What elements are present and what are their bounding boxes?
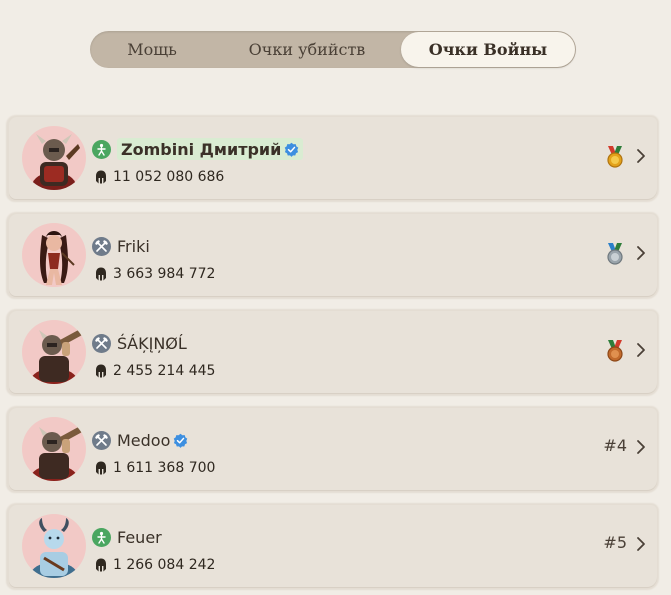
helmet-icon bbox=[96, 170, 106, 184]
leaderboard-row[interactable]: Zombini Дмитрий 11 052 080 686 bbox=[9, 117, 657, 199]
gold-medal-icon bbox=[607, 146, 623, 168]
war-points-row: 11 052 080 686 bbox=[95, 168, 224, 186]
leaderboard-row[interactable]: Friki 3 663 984 772 bbox=[9, 214, 657, 296]
player-name: Medoo bbox=[117, 430, 171, 450]
helmet-icon bbox=[96, 364, 106, 378]
player-name-row: ŚÁĶĮŅØĹ bbox=[117, 332, 187, 354]
leaderboard-row[interactable]: Feuer 1 266 084 242 #5 bbox=[9, 505, 657, 587]
verified-badge-icon bbox=[174, 433, 188, 448]
chevron-right-icon[interactable] bbox=[636, 148, 646, 164]
avatar bbox=[22, 223, 86, 287]
player-name: Zombini Дмитрий bbox=[121, 139, 282, 159]
archer-class-icon bbox=[92, 140, 111, 159]
war-points-row: 1 266 084 242 bbox=[95, 556, 215, 574]
bronze-medal-icon bbox=[607, 340, 623, 362]
war-points-row: 1 611 368 700 bbox=[95, 459, 215, 477]
rank-label: #5 bbox=[603, 533, 627, 552]
avatar bbox=[22, 514, 86, 578]
tab-power[interactable]: Мощь bbox=[90, 31, 214, 68]
warrior-class-icon bbox=[92, 431, 111, 450]
verified-badge-icon bbox=[285, 142, 299, 157]
helmet-icon bbox=[96, 267, 106, 281]
helmet-icon bbox=[96, 558, 106, 572]
tab-kill-points[interactable]: Очки убийств bbox=[214, 31, 400, 68]
avatar bbox=[22, 417, 86, 481]
player-name: Feuer bbox=[117, 527, 162, 547]
rank-label: #4 bbox=[603, 436, 627, 455]
leaderboard-row[interactable]: Medoo 1 611 368 700 #4 bbox=[9, 408, 657, 490]
player-name: ŚÁĶĮŅØĹ bbox=[117, 333, 187, 353]
war-points-value: 3 663 984 772 bbox=[113, 266, 216, 282]
chevron-right-icon[interactable] bbox=[636, 342, 646, 358]
avatar bbox=[22, 320, 86, 384]
chevron-right-icon[interactable] bbox=[636, 245, 646, 261]
chevron-right-icon[interactable] bbox=[636, 536, 646, 552]
player-name-row: Medoo bbox=[117, 429, 188, 451]
leaderboard-tabs: Мощь Очки убийств Очки Войны bbox=[90, 31, 576, 68]
war-points-value: 11 052 080 686 bbox=[113, 169, 225, 185]
player-name: Friki bbox=[117, 236, 150, 256]
warrior-class-icon bbox=[92, 334, 111, 353]
war-points-value: 1 611 368 700 bbox=[113, 460, 216, 476]
archer-class-icon bbox=[92, 528, 111, 547]
player-name-row: Zombini Дмитрий bbox=[117, 138, 304, 160]
silver-medal-icon bbox=[607, 243, 623, 265]
player-name-row: Feuer bbox=[117, 526, 162, 548]
chevron-right-icon[interactable] bbox=[636, 439, 646, 455]
war-points-row: 3 663 984 772 bbox=[95, 265, 215, 283]
war-points-row: 2 455 214 445 bbox=[95, 362, 215, 380]
helmet-icon bbox=[96, 461, 106, 475]
war-points-value: 1 266 084 242 bbox=[113, 557, 216, 573]
avatar bbox=[22, 126, 86, 190]
war-points-value: 2 455 214 445 bbox=[113, 363, 216, 379]
leaderboard-row[interactable]: ŚÁĶĮŅØĹ 2 455 214 445 bbox=[9, 311, 657, 393]
tab-war-points[interactable]: Очки Войны bbox=[401, 32, 575, 67]
player-name-row: Friki bbox=[117, 235, 150, 257]
warrior-class-icon bbox=[92, 237, 111, 256]
